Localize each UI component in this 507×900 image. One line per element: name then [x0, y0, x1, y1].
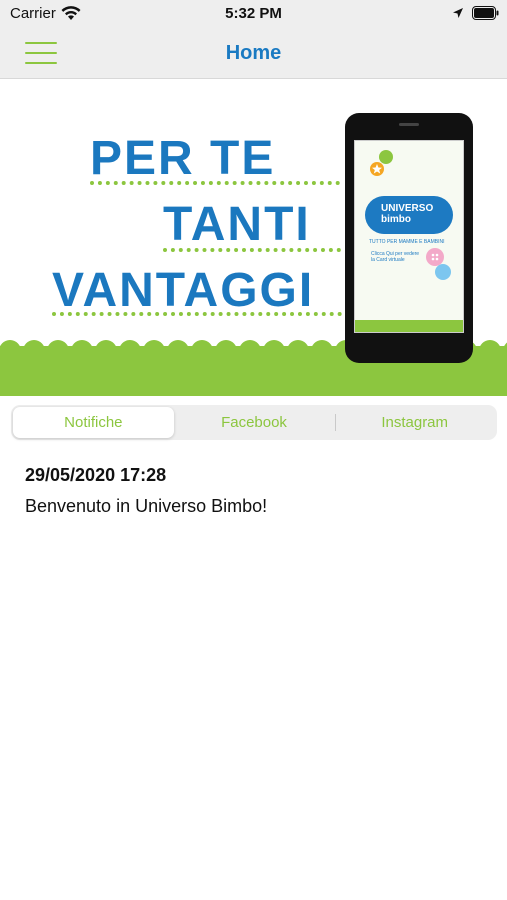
- phone-speaker: [399, 123, 419, 126]
- logo-text: UNIVERSO bimbo: [381, 203, 434, 225]
- phone-screen: UNIVERSO bimbo TUTTO PER MAMME E BAMBINI…: [354, 140, 464, 333]
- dotted-divider: [90, 181, 340, 185]
- location-arrow-icon: [453, 8, 463, 18]
- status-bar: Carrier 5:32 PM: [0, 0, 507, 28]
- notification-item[interactable]: 29/05/2020 17:28 Benvenuto in Universo B…: [25, 465, 485, 517]
- dotted-divider: [163, 248, 341, 252]
- battery-icon: [472, 6, 499, 20]
- nav-bar: Home: [0, 28, 507, 79]
- buttons-icon: [426, 248, 451, 280]
- phone-screen-footer: [355, 320, 463, 332]
- segment-separator: [335, 414, 336, 431]
- promo-line-3: VANTAGGI: [52, 264, 315, 317]
- page-title: Home: [225, 42, 282, 64]
- promo-line-2: TANTI: [163, 198, 311, 251]
- phone-illustration: UNIVERSO bimbo TUTTO PER MAMME E BAMBINI…: [345, 113, 473, 363]
- dotted-divider: [52, 312, 342, 316]
- promo-line-1: PER TE: [90, 132, 276, 185]
- tab-notifiche[interactable]: Notifiche: [13, 407, 174, 438]
- clock: 5:32 PM: [225, 5, 282, 22]
- notification-date: 29/05/2020 17:28: [25, 465, 167, 485]
- badge-icons: [370, 150, 393, 176]
- tab-facebook[interactable]: Facebook: [174, 407, 335, 438]
- card-cta-text: Clicca Qui per vedere la Card virtuale: [371, 251, 420, 263]
- notification-message: Benvenuto in Universo Bimbo!: [25, 496, 268, 516]
- tab-instagram[interactable]: Instagram: [334, 407, 495, 438]
- tab-segmented-control: Notifiche Facebook Instagram: [11, 405, 497, 440]
- promo-banner: PER TE TANTI VANTAGGI UNIVERSO bimbo TUT…: [0, 80, 507, 396]
